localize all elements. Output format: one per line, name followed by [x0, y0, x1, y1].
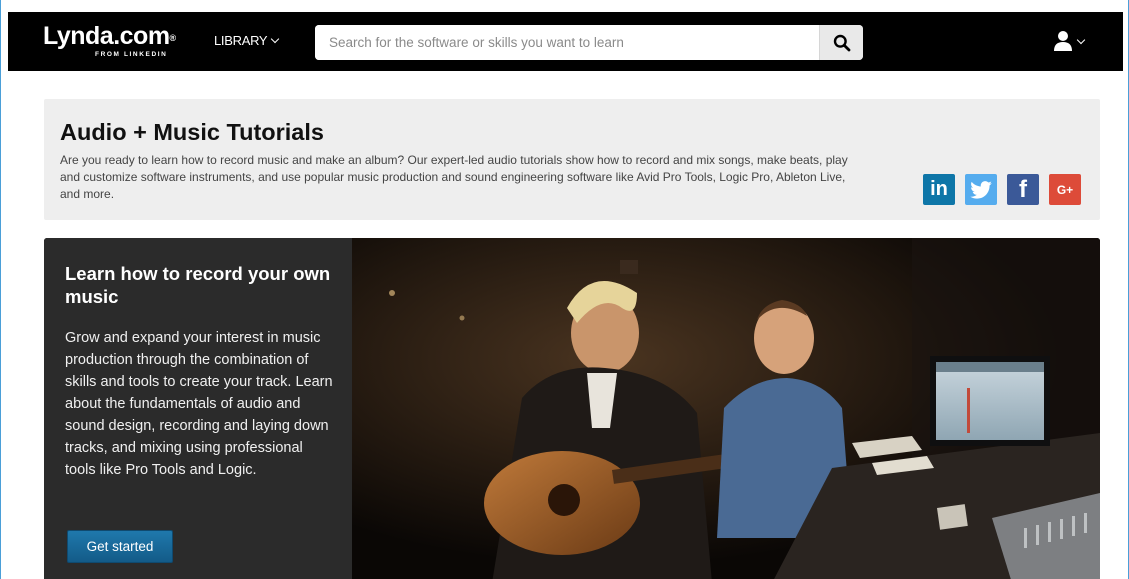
chevron-down-icon [271, 34, 280, 44]
twitter-share-button[interactable] [965, 174, 997, 205]
facebook-icon: f [1019, 175, 1027, 203]
linkedin-icon: in [930, 178, 948, 200]
search-icon [833, 34, 850, 51]
google-plus-share-button[interactable]: G+ [1049, 174, 1081, 205]
get-started-button[interactable]: Get started [67, 530, 173, 563]
logo-subtitle: FROM LINKEDIN [95, 51, 168, 58]
search-button[interactable] [819, 25, 863, 60]
chevron-down-icon [1076, 35, 1086, 44]
hero-title: Learn how to record your own music [65, 263, 331, 307]
page-title: Audio + Music Tutorials [60, 119, 324, 145]
logo-text: Lynda.com [43, 22, 170, 50]
category-header: Audio + Music Tutorials Are you ready to… [44, 99, 1100, 220]
user-icon [1054, 31, 1072, 51]
search-input[interactable] [315, 25, 819, 60]
hero-description: Grow and expand your interest in music p… [65, 330, 333, 478]
hero-banner: Learn how to record your own music Grow … [44, 238, 1100, 579]
hero-studio-photo [352, 238, 1100, 579]
library-label: LIBRARY [214, 33, 268, 48]
lynda-logo[interactable]: Lynda.com® FROM LINKEDIN [43, 23, 176, 58]
facebook-share-button[interactable]: f [1007, 174, 1039, 205]
google-plus-icon: G+ [1056, 182, 1074, 197]
search-box [315, 25, 863, 60]
hero-text-panel: Learn how to record your own music Grow … [44, 238, 352, 579]
logo-registered-mark: ® [169, 33, 177, 43]
logo-wordmark: Lynda.com® [43, 23, 176, 49]
twitter-icon [970, 180, 992, 199]
library-menu[interactable]: LIBRARY [214, 33, 280, 48]
top-nav-bar: Lynda.com® FROM LINKEDIN LIBRARY [8, 12, 1123, 71]
linkedin-share-button[interactable]: in [923, 174, 955, 205]
social-share-bar: in f G+ [923, 174, 1081, 205]
page-description: Are you ready to learn how to record mus… [60, 153, 848, 201]
user-menu[interactable] [1053, 30, 1086, 52]
